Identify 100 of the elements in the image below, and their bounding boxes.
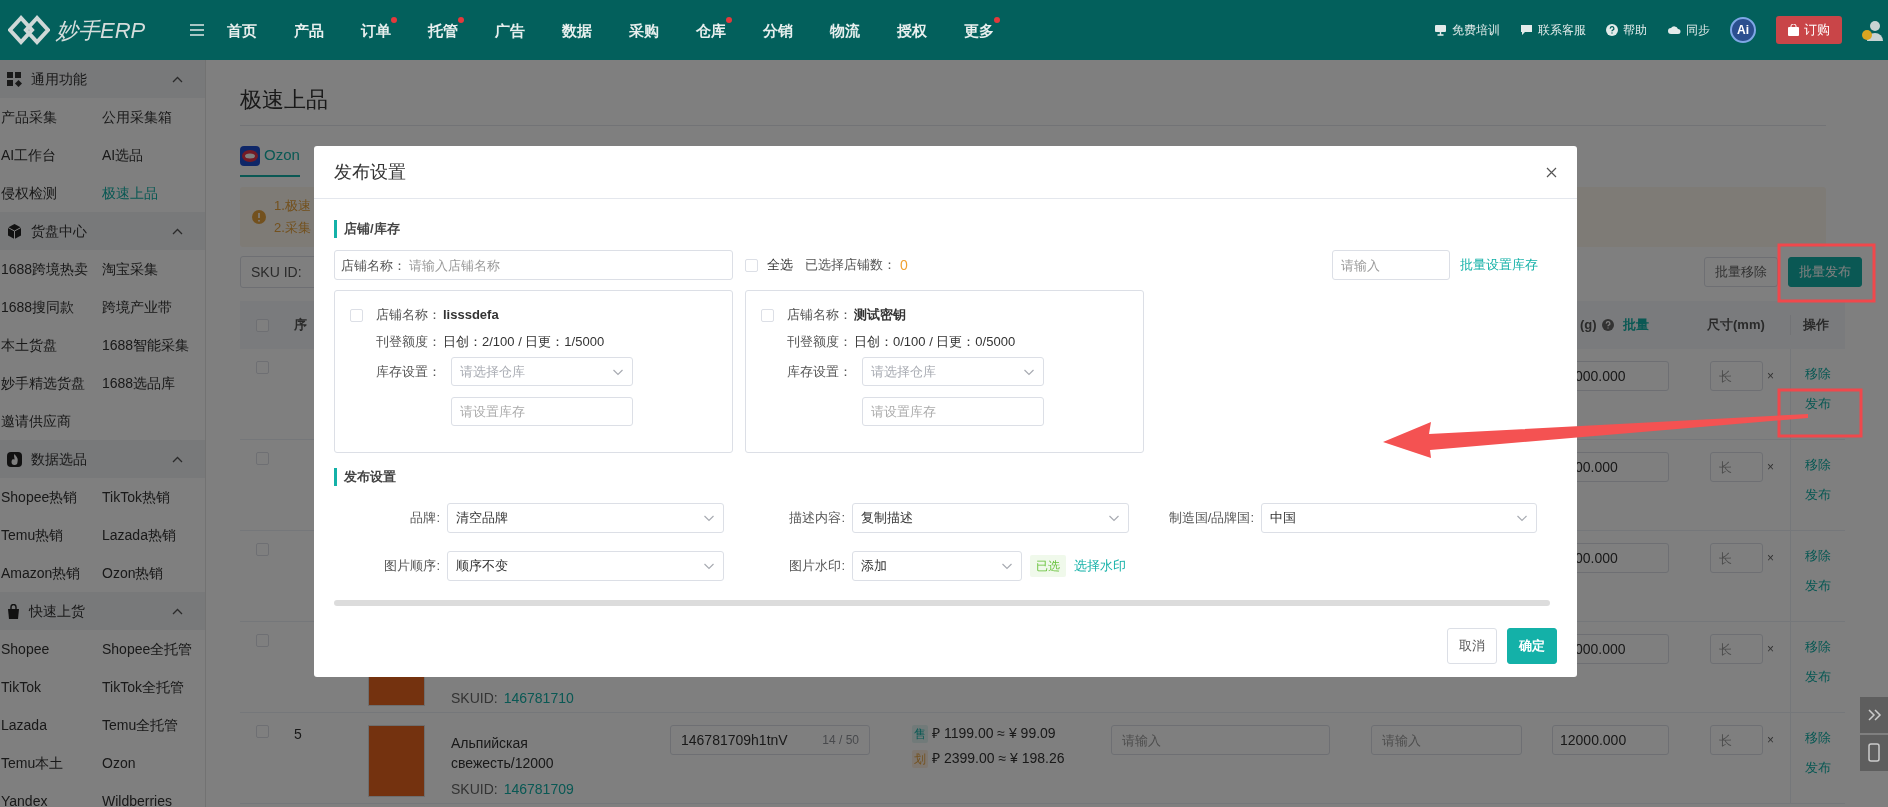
horizontal-scrollbar[interactable] — [334, 600, 1550, 606]
sidebar-item[interactable]: 公用采集箱 — [101, 98, 205, 136]
nav-link[interactable]: 托管 — [428, 17, 464, 43]
times-sign: × — [1767, 550, 1774, 567]
column-header: 操作 — [1790, 315, 1845, 335]
nav-link[interactable]: 产品 — [294, 17, 330, 43]
product-name: Альпийская свежесть/12000 — [451, 734, 555, 773]
sidebar-item[interactable]: AI选品 — [101, 136, 205, 174]
dropdown[interactable]: 清空品牌 — [447, 503, 724, 533]
field-label: 描述内容: — [788, 509, 846, 528]
sidebar-item[interactable]: Wildberries — [101, 782, 205, 807]
sidebar-item[interactable]: 邀请供应商 — [0, 402, 101, 440]
dialog-button[interactable]: 取消 — [1447, 628, 1497, 664]
sidebar-item[interactable]: Lazada热销 — [101, 516, 205, 554]
logo-icon — [8, 15, 50, 45]
chevron-up-icon[interactable] — [172, 607, 183, 615]
sidebar-item[interactable]: 妙手精选货盘 — [0, 364, 101, 402]
sidebar-item[interactable]: Shopee热销 — [0, 478, 101, 516]
sidebar-item[interactable]: 1688选品库 — [101, 364, 205, 402]
sidebar-item[interactable]: Amazon热销 — [0, 554, 101, 592]
chevron-up-icon[interactable] — [172, 227, 183, 235]
sidebar-item[interactable]: 本土货盘 — [0, 326, 101, 364]
sidebar-item[interactable]: Temu本土 — [0, 744, 101, 782]
input-field[interactable]: 请输入 — [1332, 250, 1450, 280]
sidebar-item[interactable]: AI工作台 — [0, 136, 101, 174]
nav-link[interactable]: 数据 — [562, 17, 598, 43]
field-label: 刊登额度： — [787, 333, 852, 352]
checkbox[interactable] — [761, 308, 774, 322]
help-icon — [1601, 319, 1614, 331]
batch-stock-link[interactable]: 批量设置库存 — [1460, 255, 1538, 275]
nav-link[interactable]: 首页 — [227, 17, 263, 43]
status-tag: 已选 — [1030, 555, 1066, 577]
sidebar-item[interactable]: 侵权检测 — [0, 174, 101, 212]
sidebar-item[interactable]: Lazada — [0, 706, 101, 744]
toolbar-link[interactable]: 帮助 — [1606, 21, 1647, 39]
stock-field[interactable]: 请设置库存 — [862, 397, 1044, 426]
sidebar-item[interactable]: TikTok — [0, 668, 101, 706]
notice-text: 2.采集 — [274, 219, 311, 237]
dropdown[interactable]: 中国 — [1261, 503, 1537, 533]
weight-field[interactable]: 12000.000 — [1552, 725, 1669, 755]
dropdown[interactable]: 复制描述 — [852, 503, 1129, 533]
stock-field[interactable]: 请设置库存 — [451, 397, 633, 426]
batch-button[interactable]: 批量移除 — [1704, 257, 1778, 287]
sidebar-item[interactable]: TikTok热销 — [101, 478, 205, 516]
phone-icon[interactable] — [1860, 735, 1888, 771]
nav-link[interactable]: 分销 — [763, 17, 799, 43]
nav-link[interactable]: 仓库 — [696, 17, 732, 43]
avatar-icon[interactable] — [1862, 19, 1884, 41]
sidebar-item[interactable]: Ozon — [101, 744, 205, 782]
order-button[interactable]: 订购 — [1776, 16, 1842, 44]
sidebar-item[interactable]: Ozon热销 — [101, 554, 205, 592]
dialog-button[interactable]: 确定 — [1507, 628, 1557, 664]
field-label: 品牌: — [409, 509, 441, 528]
toolbar-link[interactable]: 联系客服 — [1520, 21, 1586, 39]
ai-button[interactable]: Ai — [1730, 17, 1756, 43]
close-icon[interactable] — [1546, 166, 1557, 178]
column-header: (g) — [1580, 316, 1597, 335]
chevron-up-icon[interactable] — [172, 75, 183, 83]
sidebar-item[interactable]: 1688搜同款 — [0, 288, 101, 326]
sidebar-item[interactable]: TikTok全托管 — [101, 668, 205, 706]
sidebar-item[interactable]: Temu全托管 — [101, 706, 205, 744]
sidebar-item[interactable]: Temu热销 — [0, 516, 101, 554]
checkbox[interactable] — [350, 308, 363, 322]
times-sign: × — [1767, 732, 1774, 749]
sidebar-item[interactable]: 跨境产业带 — [101, 288, 205, 326]
nav-link[interactable]: 订单 — [361, 17, 397, 43]
warehouse-select[interactable]: 请选择仓库 — [862, 357, 1044, 386]
dropdown[interactable]: 顺序不变 — [447, 551, 724, 581]
sidebar-item[interactable]: 淘宝采集 — [101, 250, 205, 288]
nav-link[interactable]: 更多 — [964, 17, 1000, 43]
watermark-link[interactable]: 选择水印 — [1074, 556, 1126, 576]
cube-icon — [7, 223, 22, 239]
chevron-up-icon[interactable] — [172, 455, 183, 463]
nav-link[interactable]: 广告 — [495, 17, 531, 43]
dropdown[interactable]: 添加 — [852, 551, 1022, 581]
expand-icon[interactable] — [1860, 697, 1888, 733]
sidebar-item[interactable]: Yandex — [0, 782, 101, 807]
field-label: 店铺名称： — [341, 257, 406, 275]
times-sign: × — [1767, 459, 1774, 476]
sidebar-item[interactable]: Shopee全托管 — [101, 630, 205, 668]
monitor-icon — [1434, 24, 1447, 36]
price-tag: 划 — [912, 749, 928, 768]
warehouse-select[interactable]: 请选择仓库 — [451, 357, 633, 386]
toolbar-link[interactable]: 免费培训 — [1434, 21, 1500, 39]
section-title: 快速上货 — [29, 601, 85, 621]
price-text: ₽ 2399.00 ≈ ¥ 198.26 — [932, 749, 1065, 768]
nav-link[interactable]: 采购 — [629, 17, 665, 43]
row-number: 5 — [294, 726, 302, 742]
nav-link[interactable]: 物流 — [830, 17, 866, 43]
nav-link[interactable]: 授权 — [897, 17, 933, 43]
sidebar-item[interactable]: 1688智能采集 — [101, 326, 205, 364]
grid-icon — [7, 71, 22, 87]
notice-text: 1.极速 — [274, 197, 311, 215]
toolbar-link[interactable]: 同步 — [1667, 21, 1710, 39]
sidebar-item[interactable]: Shopee — [0, 630, 101, 668]
sidebar-item[interactable]: 1688跨境热卖 — [0, 250, 101, 288]
sku-label: SKUID: — [451, 689, 498, 708]
checkbox[interactable] — [745, 258, 758, 272]
sidebar-item[interactable]: 产品采集 — [0, 98, 101, 136]
menu-icon[interactable] — [190, 24, 204, 36]
